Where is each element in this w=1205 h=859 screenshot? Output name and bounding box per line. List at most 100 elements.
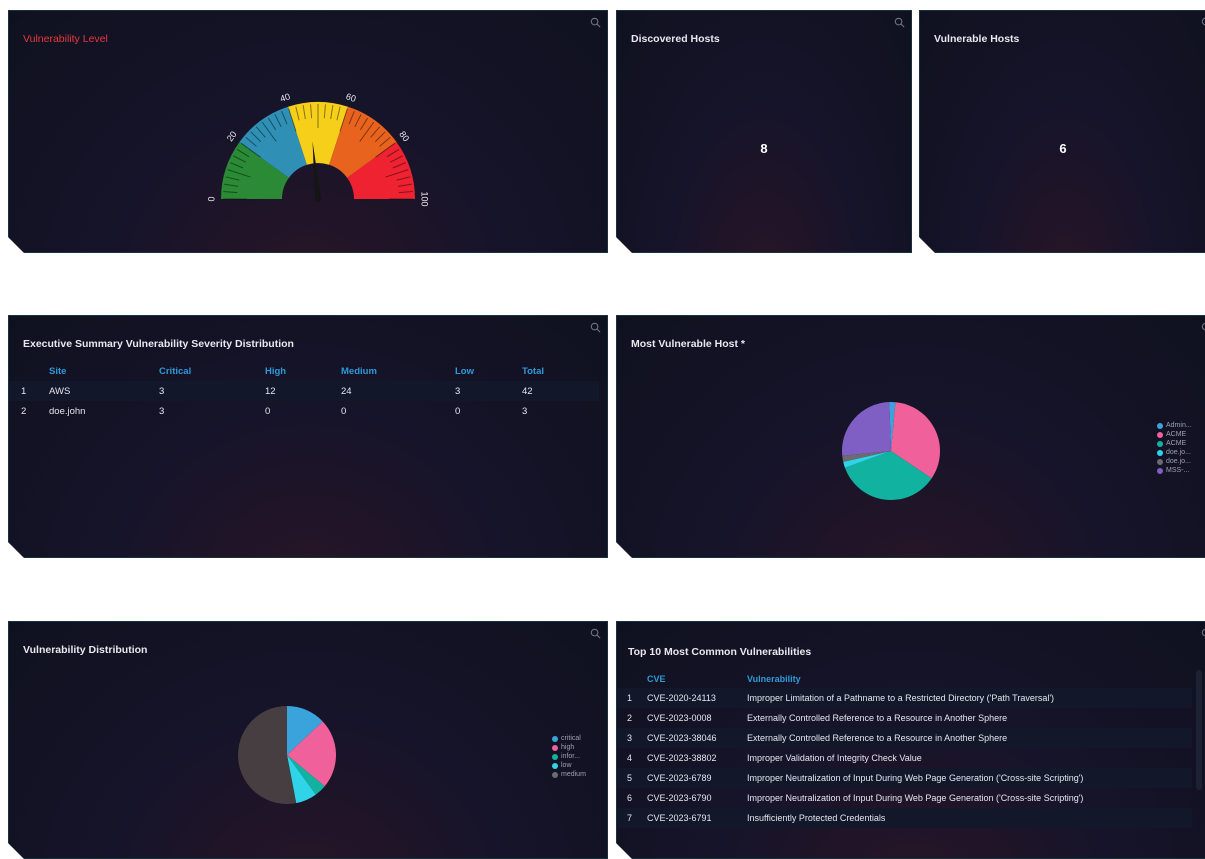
row-index: 5 [617,768,647,788]
cell-low: 0 [455,405,461,417]
legend-swatch [552,745,558,751]
table-row[interactable]: 3 CVE-2023-38046 Externally Controlled R… [617,728,1192,748]
legend-item[interactable]: low [552,761,586,770]
legend-label: doe.jo... [1166,458,1191,465]
table-row[interactable]: 7 CVE-2023-6791 Insufficiently Protected… [617,808,1192,828]
legend-item[interactable]: infor... [552,752,586,761]
legend-item[interactable]: medium [552,770,586,779]
panel-title: Discovered Hosts [631,33,720,45]
search-icon[interactable] [1201,628,1205,639]
column-header-cve[interactable]: CVE [647,670,747,688]
table-row[interactable]: 4 CVE-2023-38802 Improper Validation of … [617,748,1192,768]
gauge-tick-label: 60 [345,91,358,104]
cell-cve: CVE-2023-38046 [647,728,747,748]
legend-swatch [552,754,558,760]
table-row[interactable]: 1 AWS 3 12 24 3 42 [9,381,599,401]
gauge-needle-hub [315,196,321,202]
discovered-hosts-count: 8 [760,141,768,156]
cell-high: 0 [265,405,271,417]
table-row[interactable]: 6 CVE-2023-6790 Improper Neutralization … [617,788,1192,808]
column-header-total[interactable]: Total [522,361,599,381]
cell-vulnerability: Externally Controlled Reference to a Res… [747,713,1008,723]
most-vulnerable-host-panel: Most Vulnerable Host * Admin... ACME ACM… [616,315,1205,558]
cell-site: doe.john [49,405,86,417]
table-row[interactable]: 5 CVE-2023-6789 Improper Neutralization … [617,768,1192,788]
cell-cve: CVE-2023-6790 [647,793,712,803]
legend-label: infor... [561,753,581,760]
panel-title: Vulnerable Hosts [934,33,1020,45]
cell-cve: CVE-2023-6791 [647,808,747,828]
legend-item[interactable]: high [552,743,586,752]
gauge-tick-label: 100 [420,191,430,206]
search-icon[interactable] [1201,17,1205,28]
cell-high: 12 [265,381,341,401]
row-index: 7 [617,808,647,828]
column-header-site[interactable]: Site [49,361,159,381]
vulnerability-level-panel: Vulnerability Level 0 20 40 60 80 100 [8,10,608,253]
legend-swatch [552,763,558,769]
table-row[interactable]: 2 doe.john 3 0 0 0 3 [9,401,599,421]
top-10-vulnerabilities-panel: Top 10 Most Common Vulnerabilities CVE V… [616,621,1205,859]
column-header-index [617,670,647,688]
row-index: 3 [617,728,647,748]
legend-item[interactable]: doe.jo... [1157,448,1192,457]
cell-medium: 24 [341,381,455,401]
cell-cve: CVE-2020-24113 [647,688,747,708]
most-vulnerable-host-pie[interactable] [617,316,1205,557]
cell-cve: CVE-2023-0008 [647,713,712,723]
table-row[interactable]: 1 CVE-2020-24113 Improper Limitation of … [617,688,1192,708]
legend-label: ACME [1166,440,1187,447]
vulnerable-hosts-count: 6 [1059,141,1067,156]
legend-item[interactable]: ACME [1157,439,1192,448]
column-header-medium[interactable]: Medium [341,361,455,381]
cell-vulnerability: Improper Validation of Integrity Check V… [747,753,922,763]
panel-title: Executive Summary Vulnerability Severity… [23,338,294,350]
vulnerability-distribution-panel: Vulnerability Distribution critical high… [8,621,608,859]
legend-item[interactable]: critical [552,734,586,743]
cell-critical: 3 [159,381,265,401]
cell-vulnerability: Improper Neutralization of Input During … [747,793,1084,803]
legend-label: ACME [1166,431,1187,438]
legend-item[interactable]: doe.jo... [1157,457,1192,466]
search-icon[interactable] [894,17,905,28]
legend-item[interactable]: Admin... [1157,421,1192,430]
row-index: 1 [9,381,49,401]
pie-legend: Admin... ACME ACME doe.jo... doe.jo... M… [1157,421,1192,475]
cell-total: 3 [522,405,528,417]
cell-critical: 3 [159,405,165,417]
cell-vulnerability: Improper Limitation of a Pathname to a R… [747,688,1192,708]
panel-title: Top 10 Most Common Vulnerabilities [628,646,812,658]
column-header-high[interactable]: High [265,361,341,381]
vulnerability-gauge: 0 20 40 60 80 100 [9,11,607,252]
table-scrollbar[interactable] [1196,670,1202,790]
legend-label: high [561,744,575,751]
gauge-tick-label: 0 [206,196,216,201]
vulnerable-hosts-panel: Vulnerable Hosts 6 [919,10,1205,253]
cell-site: AWS [49,381,159,401]
top-vulnerabilities-table: CVE Vulnerability 1 CVE-2020-24113 Impro… [617,670,1192,828]
row-index: 6 [627,793,633,803]
legend-swatch [1157,441,1163,447]
gauge-tick-label: 80 [397,129,411,143]
legend-swatch [1157,459,1163,465]
legend-item[interactable]: ACME [1157,430,1192,439]
legend-swatch [1157,432,1163,438]
legend-swatch [1157,450,1163,456]
gauge-tick-label: 40 [279,91,292,104]
legend-swatch [1157,468,1163,474]
search-icon[interactable] [590,322,601,333]
column-header-low[interactable]: Low [455,361,522,381]
legend-label: low [561,762,572,769]
legend-swatch [552,772,558,778]
cell-medium: 0 [341,405,347,417]
pie-slice[interactable] [842,402,891,456]
row-index: 2 [21,405,27,417]
legend-item[interactable]: MSS-... [1157,466,1192,475]
column-header-critical[interactable]: Critical [159,361,265,381]
legend-label: doe.jo... [1166,449,1191,456]
gauge-tick-label: 20 [225,129,239,143]
legend-label: Admin... [1166,422,1192,429]
vulnerability-distribution-pie[interactable] [9,622,607,858]
table-row[interactable]: 2 CVE-2023-0008 Externally Controlled Re… [617,708,1192,728]
column-header-vulnerability[interactable]: Vulnerability [747,670,1192,688]
